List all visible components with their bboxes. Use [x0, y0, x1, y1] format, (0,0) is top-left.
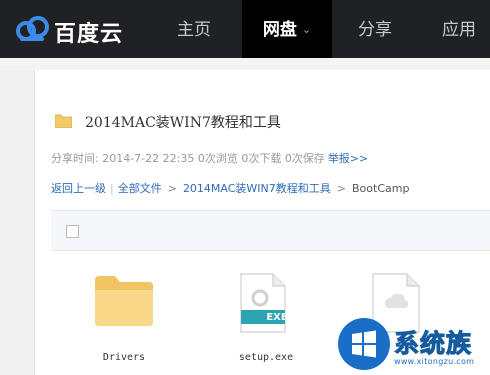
share-meta: 分享时间: 2014-7-22 22:35 0次浏览 0次下载 0次保存 举报>> — [51, 150, 368, 166]
watermark-url: www.xitongzu.com — [394, 357, 475, 366]
share-meta-text: 分享时间: 2014-7-22 22:35 0次浏览 0次下载 0次保存 — [51, 152, 325, 165]
windows-logo-icon — [352, 330, 376, 358]
cloud-logo-icon — [16, 16, 49, 41]
header-spacer — [0, 58, 490, 70]
file-item-setup-exe[interactable]: EXE setup.exe — [221, 272, 311, 375]
nav-apps-label: 应用 — [442, 20, 476, 40]
baidu-cloud-logo[interactable]: 百度云 — [14, 13, 134, 47]
report-link[interactable]: 举报>> — [328, 152, 368, 165]
nav-apps[interactable]: 应用 — [428, 0, 490, 58]
breadcrumb-separator: > — [336, 182, 347, 195]
file-name: Drivers — [102, 352, 146, 363]
file-item-drivers[interactable]: Drivers — [79, 272, 169, 375]
folder-link[interactable]: 2014MAC装WIN7教程和工具 — [183, 182, 331, 195]
breadcrumb-divider: | — [110, 182, 114, 195]
nav-home[interactable]: 主页 — [156, 0, 232, 58]
select-all-checkbox[interactable] — [66, 225, 79, 238]
windows-logo-badge — [338, 318, 390, 370]
nav-netdisk-label: 网盘 — [262, 20, 297, 40]
back-link[interactable]: 返回上一级 — [51, 182, 106, 195]
exe-badge: EXE — [266, 312, 288, 323]
nav-home-label: 主页 — [177, 20, 211, 40]
watermark-text: 系统族 — [393, 329, 473, 359]
share-title: 2014MAC装WIN7教程和工具 — [85, 115, 281, 131]
all-files-link[interactable]: 全部文件 — [118, 182, 162, 195]
folder-icon — [55, 114, 72, 128]
nav-share-label: 分享 — [358, 20, 392, 40]
file-list-header — [51, 210, 490, 251]
chevron-down-icon: ⌄ — [301, 23, 312, 36]
nav-share[interactable]: 分享 — [340, 0, 410, 58]
file-name: setup.exe — [238, 352, 294, 363]
breadcrumb-separator: > — [167, 182, 177, 195]
breadcrumb: 返回上一级 | 全部文件 >2014MAC装WIN7教程和工具 > BootCamp — [51, 180, 409, 196]
top-navigation-bar: 百度云 主页 网盘 ⌄ 分享 应用 — [0, 0, 490, 58]
exe-file-icon — [240, 273, 286, 333]
folder-icon — [95, 276, 153, 326]
logo-text: 百度云 — [54, 22, 124, 47]
xitongzu-watermark: 系统族 www.xitongzu.com — [338, 318, 490, 375]
breadcrumb-current: BootCamp — [352, 182, 410, 195]
nav-netdisk[interactable]: 网盘 ⌄ — [242, 0, 332, 58]
